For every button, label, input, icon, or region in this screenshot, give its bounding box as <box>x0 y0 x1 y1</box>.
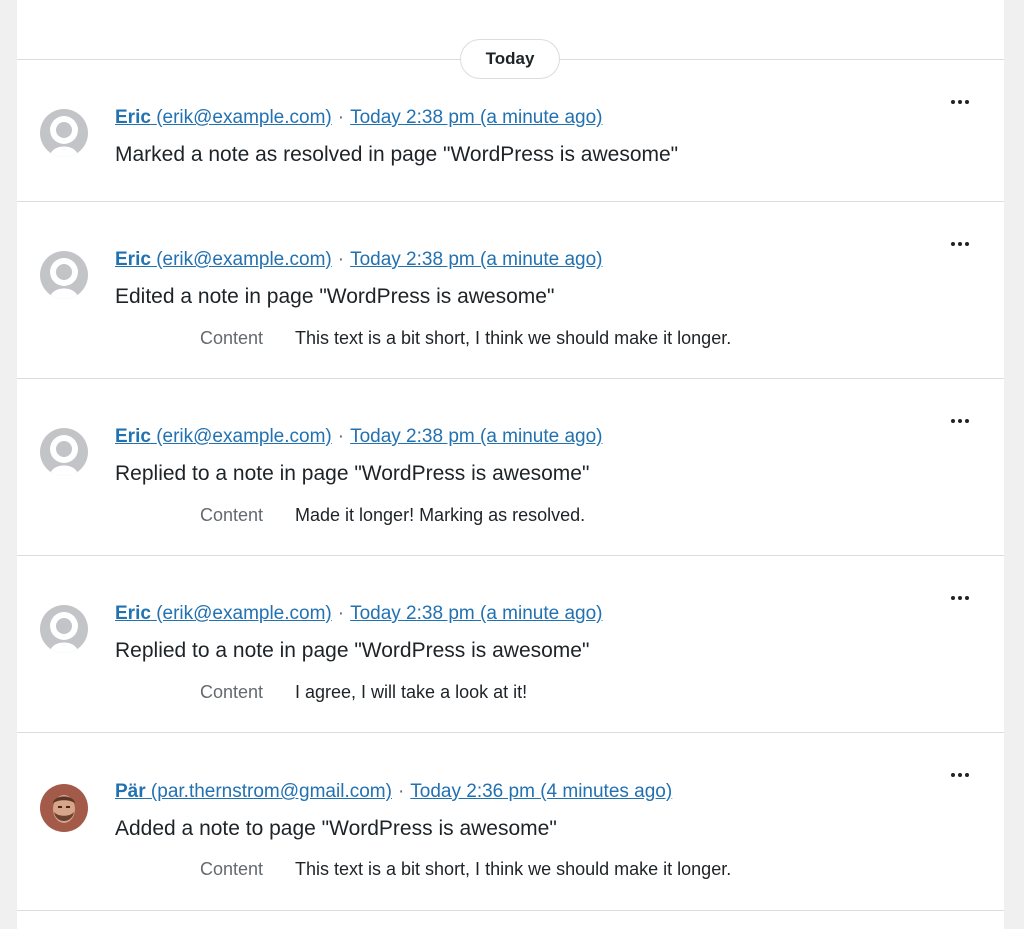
author-email: (erik@example.com) <box>156 426 332 447</box>
timestamp-link[interactable]: Today 2:38 pm (a minute ago) <box>350 603 602 624</box>
more-actions-button[interactable] <box>943 586 977 610</box>
entry-meta: Eric (erik@example.com) · Today 2:38 pm (a… <box>115 106 603 130</box>
author-link[interactable]: Eric (erik@example.com) <box>115 426 332 447</box>
more-actions-button[interactable] <box>943 232 977 256</box>
ellipsis-icon <box>951 419 955 423</box>
detail-value: Made it longer! Marking as resolved. <box>295 505 586 525</box>
author-link[interactable]: Eric (erik@example.com) <box>115 249 332 270</box>
activity-entry: Pär (par.thernstrom@gmail.com) · Today 2:3… <box>17 733 1004 911</box>
detail-label: Content <box>200 859 264 879</box>
activity-entry: Eric (erik@example.com) · Today 2:38 pm (a… <box>17 379 1004 556</box>
more-actions-button[interactable] <box>943 90 977 114</box>
default-avatar-icon <box>40 251 88 299</box>
meta-separator: · <box>337 603 345 624</box>
ellipsis-icon <box>951 100 955 104</box>
author-email: (par.thernstrom@gmail.com) <box>150 781 392 802</box>
author-name: Eric <box>115 249 151 270</box>
meta-separator: · <box>397 781 405 802</box>
activity-entry: Eric (erik@example.com) · Today 2:38 pm (a… <box>17 202 1004 379</box>
author-link[interactable]: Pär (par.thernstrom@gmail.com) <box>115 781 392 802</box>
entry-meta: Eric (erik@example.com) · Today 2:38 pm (a… <box>115 602 603 626</box>
default-avatar-icon <box>40 109 88 157</box>
author-email: (erik@example.com) <box>156 107 332 128</box>
author-name: Eric <box>115 107 151 128</box>
detail-value: I agree, I will take a look at it! <box>295 682 528 702</box>
detail-value: This text is a bit short, I think we sho… <box>295 859 732 879</box>
timestamp-link[interactable]: Today 2:38 pm (a minute ago) <box>350 107 602 128</box>
action-text: Edited a note in page "WordPress is awes… <box>115 285 555 308</box>
activity-log-panel: Today Eric (erik@example.com) · Today 2:38… <box>17 0 1004 929</box>
user-photo-avatar <box>40 784 88 832</box>
author-link[interactable]: Eric (erik@example.com) <box>115 107 332 128</box>
ellipsis-icon <box>951 242 955 246</box>
activity-entry: Eric (erik@example.com) · Today 2:38 pm (a… <box>17 60 1004 202</box>
ellipsis-icon <box>951 596 955 600</box>
action-text: Added a note to page "WordPress is aweso… <box>115 817 557 840</box>
action-text: Replied to a note in page "WordPress is … <box>115 639 590 662</box>
author-name: Pär <box>115 781 146 802</box>
detail-label: Content <box>200 682 264 702</box>
meta-separator: · <box>337 426 345 447</box>
meta-separator: · <box>337 249 345 270</box>
timestamp-link[interactable]: Today 2:38 pm (a minute ago) <box>350 426 602 447</box>
detail-value: This text is a bit short, I think we sho… <box>295 328 732 348</box>
meta-separator: · <box>337 107 345 128</box>
timestamp-link[interactable]: Today 2:36 pm (4 minutes ago) <box>410 781 672 802</box>
author-email: (erik@example.com) <box>156 603 332 624</box>
author-name: Eric <box>115 603 151 624</box>
activity-entry: Eric (erik@example.com) · Today 2:38 pm (a… <box>17 556 1004 733</box>
more-actions-button[interactable] <box>943 409 977 433</box>
ellipsis-icon <box>951 773 955 777</box>
action-text: Replied to a note in page "WordPress is … <box>115 462 590 485</box>
author-link[interactable]: Eric (erik@example.com) <box>115 603 332 624</box>
author-email: (erik@example.com) <box>156 249 332 270</box>
entry-meta: Pär (par.thernstrom@gmail.com) · Today 2:3… <box>115 780 672 804</box>
default-avatar-icon <box>40 605 88 653</box>
entry-meta: Eric (erik@example.com) · Today 2:38 pm (a… <box>115 248 603 272</box>
entry-meta: Eric (erik@example.com) · Today 2:38 pm (a… <box>115 425 603 449</box>
more-actions-button[interactable] <box>943 763 977 787</box>
default-avatar-icon <box>40 428 88 476</box>
action-text: Marked a note as resolved in page "WordP… <box>115 143 679 166</box>
detail-label: Content <box>200 505 264 525</box>
author-name: Eric <box>115 426 151 447</box>
detail-label: Content <box>200 328 264 348</box>
timestamp-link[interactable]: Today 2:38 pm (a minute ago) <box>350 249 602 270</box>
